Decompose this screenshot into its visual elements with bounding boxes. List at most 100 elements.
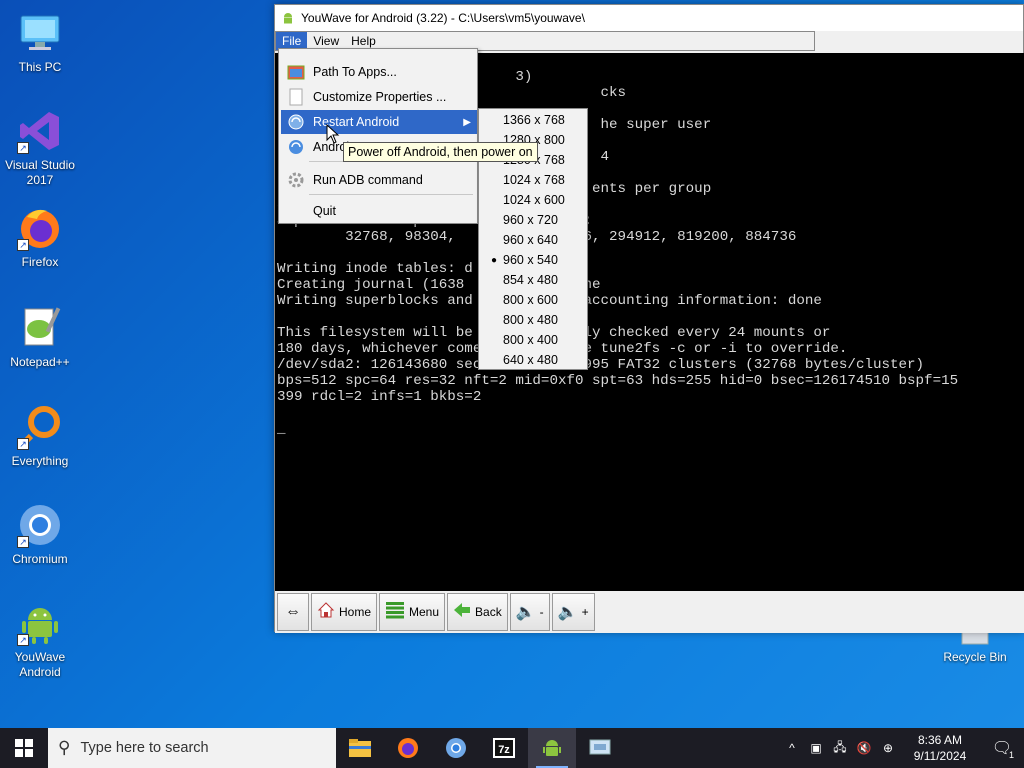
volume-up-button[interactable]: 🔈 + (551, 593, 595, 631)
android-icon (543, 740, 561, 756)
selected-bullet-icon: ● (491, 254, 498, 266)
desktop-icon-label: Chromium (12, 552, 68, 566)
android-app-icon (284, 13, 292, 24)
desktop-icon-everything[interactable]: ↗ Everything (0, 404, 80, 469)
back-button[interactable]: Back (447, 593, 508, 631)
chevron-up-icon[interactable]: ^ (780, 741, 804, 755)
console-line: 180 days, whichever comes first. Use tun… (277, 341, 848, 357)
everything-search-icon: ↗ (17, 404, 63, 450)
resolution-item[interactable]: 854 x 480 (481, 270, 585, 290)
taskbar-control-panel[interactable] (576, 728, 624, 768)
console-line: 399 rdcl=2 infs=1 bkbs=2 (277, 389, 482, 405)
android-toolbar: ⇔ Home Menu Back 🔈 - 🔈 + (275, 591, 1024, 633)
desktop-icon-chromium[interactable]: ↗ Chromium (0, 502, 80, 567)
computer-icon (17, 10, 63, 56)
menu-item-label: Run ADB command (313, 173, 423, 187)
seven-zip-icon: 7z (493, 738, 515, 758)
resolution-item[interactable]: 960 x 720 (481, 210, 585, 230)
control-panel-icon (589, 739, 611, 755)
submenu-arrow-icon: ▶ (463, 116, 471, 128)
taskbar-file-explorer[interactable] (336, 728, 384, 768)
volume-down-label: - (539, 605, 544, 619)
menu-item-customize-properties[interactable]: Customize Properties ... (281, 85, 477, 109)
desktop-icon-youwave-android[interactable]: ↗ YouWave Android (0, 600, 80, 680)
visual-studio-icon: ↗ (17, 108, 63, 154)
resolution-item[interactable]: 1024 x 768 (481, 170, 585, 190)
desktop-icon-firefox[interactable]: ↗ Firefox (0, 205, 80, 270)
notification-icon[interactable]: 🗨 1 (980, 738, 1024, 760)
resolution-item[interactable]: 1366 x 768 (481, 110, 585, 130)
taskbar-youwave[interactable] (528, 728, 576, 768)
menu-item-restart-android[interactable]: Restart Android ▶ (281, 110, 477, 134)
file-menu-dropdown: Path To Apps... Customize Properties ...… (278, 48, 478, 224)
console-line: _ (277, 421, 286, 437)
resolution-item[interactable]: 800 x 600 (481, 290, 585, 310)
taskbar: ⚲ Type here to search 7z ^ ▣ 🖧 🔇 ⊕ 8:36 … (0, 728, 1024, 768)
home-button[interactable]: Home (311, 593, 378, 631)
svg-text:7z: 7z (498, 744, 510, 756)
console-line: /dev/sda2: 126143680 sectors in 1970995 … (277, 357, 925, 373)
folder-apps-icon (285, 63, 307, 81)
desktop-icon-label: Firefox (21, 255, 59, 269)
device-icon[interactable]: ▣ (804, 741, 828, 755)
shortcut-arrow-icon: ↗ (17, 536, 29, 548)
shortcut-arrow-icon: ↗ (17, 438, 29, 450)
volume-up-label: + (581, 605, 589, 619)
resolution-item[interactable]: 800 x 400 (481, 330, 585, 350)
menu-item-label: Path To Apps... (313, 65, 397, 79)
resolution-item[interactable]: 960 x 640 (481, 230, 585, 250)
window-titlebar[interactable]: YouWave for Android (3.22) - C:\Users\vm… (275, 5, 1023, 31)
volume-muted-icon[interactable]: 🔇 (852, 741, 876, 755)
taskbar-7zip[interactable]: 7z (480, 728, 528, 768)
console-line: bps=512 spc=64 res=32 nft=2 mid=0xf0 spt… (277, 373, 959, 389)
desktop-icon-visual-studio[interactable]: ↗ Visual Studio 2017 (0, 108, 80, 188)
resolution-label: 800 x 480 (503, 313, 558, 327)
chromium-icon: ↗ (17, 502, 63, 548)
android-icon: ↗ (17, 600, 63, 646)
desktop-icon-label: Recycle Bin (943, 650, 1007, 664)
refresh-icon (285, 113, 307, 131)
home-icon (317, 601, 335, 624)
taskbar-firefox[interactable] (384, 728, 432, 768)
shortcut-arrow-icon: ↗ (17, 634, 29, 646)
security-icon[interactable]: ⊕ (876, 741, 900, 755)
firefox-icon: ↗ (17, 205, 63, 251)
desktop-icon-notepad-plus-plus[interactable]: Notepad++ (0, 305, 80, 370)
resolution-item[interactable]: 640 x 480 (481, 350, 585, 370)
speaker-icon: 🔈 (515, 604, 536, 621)
notepad-plus-plus-icon (17, 305, 63, 351)
resolution-label: 1366 x 768 (503, 113, 565, 127)
desktop-icon-this-pc[interactable]: This PC (0, 10, 80, 75)
taskbar-search[interactable]: ⚲ Type here to search (48, 728, 336, 768)
menu-item-path-to-apps[interactable]: Path To Apps... (281, 60, 477, 84)
shortcut-arrow-icon: ↗ (17, 239, 29, 251)
start-button[interactable] (0, 728, 48, 768)
menu-item-label: Customize Properties ... (313, 90, 447, 104)
taskbar-chromium[interactable] (432, 728, 480, 768)
resolution-item[interactable]: 800 x 480 (481, 310, 585, 330)
menu-item-run-adb-command[interactable]: Run ADB command (281, 168, 477, 192)
menu-item-quit[interactable]: Quit (281, 199, 477, 223)
menu-separator (309, 194, 473, 195)
double-arrow-icon: ⇔ (285, 603, 301, 620)
clock[interactable]: 8:36 AM 9/11/2024 (900, 732, 980, 764)
refresh-icon (285, 138, 307, 156)
system-tray: ^ ▣ 🖧 🔇 ⊕ 8:36 AM 9/11/2024 🗨 1 (780, 728, 1024, 768)
network-icon[interactable]: 🖧 (828, 738, 852, 759)
menu-button[interactable]: Menu (379, 593, 446, 631)
tooltip: Power off Android, then power on (343, 142, 538, 162)
back-arrow-icon (453, 601, 471, 624)
resolution-label: 1024 x 768 (503, 173, 565, 187)
resolution-label: 960 x 540 (503, 253, 558, 267)
resolution-item[interactable]: ● 960 x 540 (481, 250, 585, 270)
volume-down-button[interactable]: 🔈 - (509, 593, 550, 631)
windows-logo-icon (15, 739, 33, 757)
notification-count: 1 (1008, 750, 1014, 760)
resolution-item[interactable]: 1024 x 600 (481, 190, 585, 210)
desktop-icon-recycle-bin[interactable]: Recycle Bin (935, 630, 1015, 665)
desktop-icon-label: Visual Studio 2017 (5, 158, 75, 187)
rotate-button[interactable]: ⇔ (277, 593, 309, 631)
home-label: Home (339, 605, 372, 619)
window-title: YouWave for Android (3.22) - C:\Users\vm… (301, 11, 585, 25)
